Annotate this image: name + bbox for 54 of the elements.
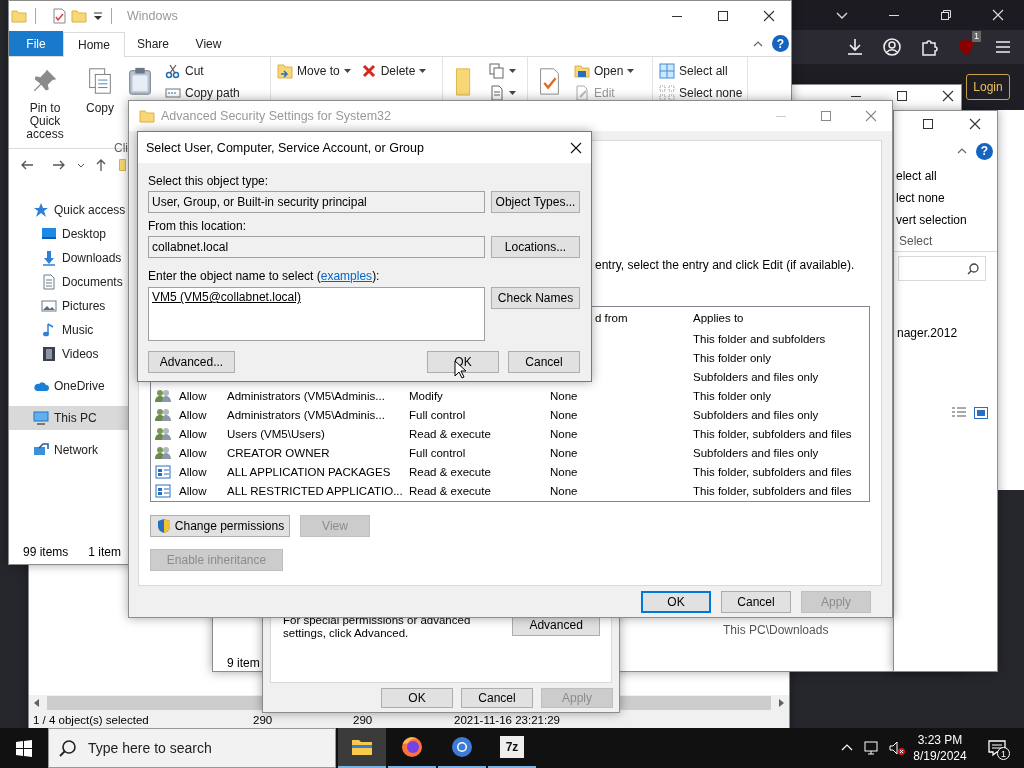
table-cell-text: Allow xyxy=(178,446,208,459)
status-text: 290 xyxy=(253,714,274,727)
table-cell-text: Subfolders and files only xyxy=(692,446,820,459)
dialog-title: Select User, Computer, Service Account, or Group xyxy=(146,140,424,155)
field-label: From this location: xyxy=(148,219,248,233)
table-cell-text: This folder, subfolders and files xyxy=(692,427,853,440)
table-cell-text: None xyxy=(549,389,579,402)
file-name: nager.2012 xyxy=(897,326,958,340)
group-label: Select xyxy=(894,231,997,252)
table-cell-text: Allow xyxy=(178,408,208,421)
window-title: Advanced Security Settings for System32 xyxy=(161,109,391,123)
table-cell-text: None xyxy=(549,484,579,497)
table-cell-text: This folder, subfolders and files xyxy=(692,484,853,497)
table-cell-text: Administrators (VM5\Adminis... xyxy=(226,408,386,421)
badge: 1 xyxy=(972,31,981,42)
status-text: 290 xyxy=(353,714,374,727)
table-cell-text: Subfolders and files only xyxy=(692,408,820,421)
table-cell-text: This folder only xyxy=(692,389,772,402)
table-cell-text: Read & execute xyxy=(408,465,492,478)
table-cell-text: Full control xyxy=(408,408,467,421)
table-cell-text: CREATOR OWNER xyxy=(226,446,331,459)
field-label: Enter the object name to select (examples): xyxy=(148,269,381,283)
table-cell-text: Full control xyxy=(408,446,467,459)
table-cell-text: Users (VM5\Users) xyxy=(226,427,326,440)
table-cell-text: Allow xyxy=(178,389,208,402)
table-cell-text: Subfolders and files only xyxy=(692,370,820,383)
field-label: Select this object type: xyxy=(148,174,270,188)
table-cell-text: ALL APPLICATION PACKAGES xyxy=(226,465,392,478)
notification-badge: 1 xyxy=(997,747,1010,760)
table-cell-text: Modify xyxy=(408,389,444,402)
table-cell-text: None xyxy=(549,427,579,440)
status-text: 9 item xyxy=(227,656,260,670)
app-logo: 7z xyxy=(500,736,524,758)
table-cell-text: Allow xyxy=(178,465,208,478)
table-cell-text: Administrators (VM5\Adminis... xyxy=(226,389,386,402)
table-cell-text: Read & execute xyxy=(408,484,492,497)
status-text: 1 / 4 object(s) selected xyxy=(33,714,150,727)
instruction-text: entry, select the entry and click Edit (if available). xyxy=(595,258,856,272)
table-cell-text: This folder only xyxy=(692,351,772,364)
table-cell-text: None xyxy=(549,408,579,421)
status-text: 2021-11-16 23:21:29 xyxy=(454,714,560,727)
table-cell-text: Read & execute xyxy=(408,427,492,440)
window-title: Windows xyxy=(127,9,178,23)
table-cell-text: This folder, subfolders and files xyxy=(692,465,853,478)
table-cell-text: This folder and subfolders xyxy=(692,332,827,345)
status-text: 99 items xyxy=(23,545,69,559)
table-cell-text: Allow xyxy=(178,427,208,440)
table-cell-text: None xyxy=(549,446,579,459)
location-text: This PC\Downloads xyxy=(723,623,829,637)
table-cell-text: None xyxy=(549,465,579,478)
table-cell-text: ALL RESTRICTED APPLICATIO... xyxy=(226,484,404,497)
table-cell-text: Allow xyxy=(178,484,208,497)
status-text: 1 item xyxy=(88,545,122,559)
group-label: Cli xyxy=(114,141,128,155)
